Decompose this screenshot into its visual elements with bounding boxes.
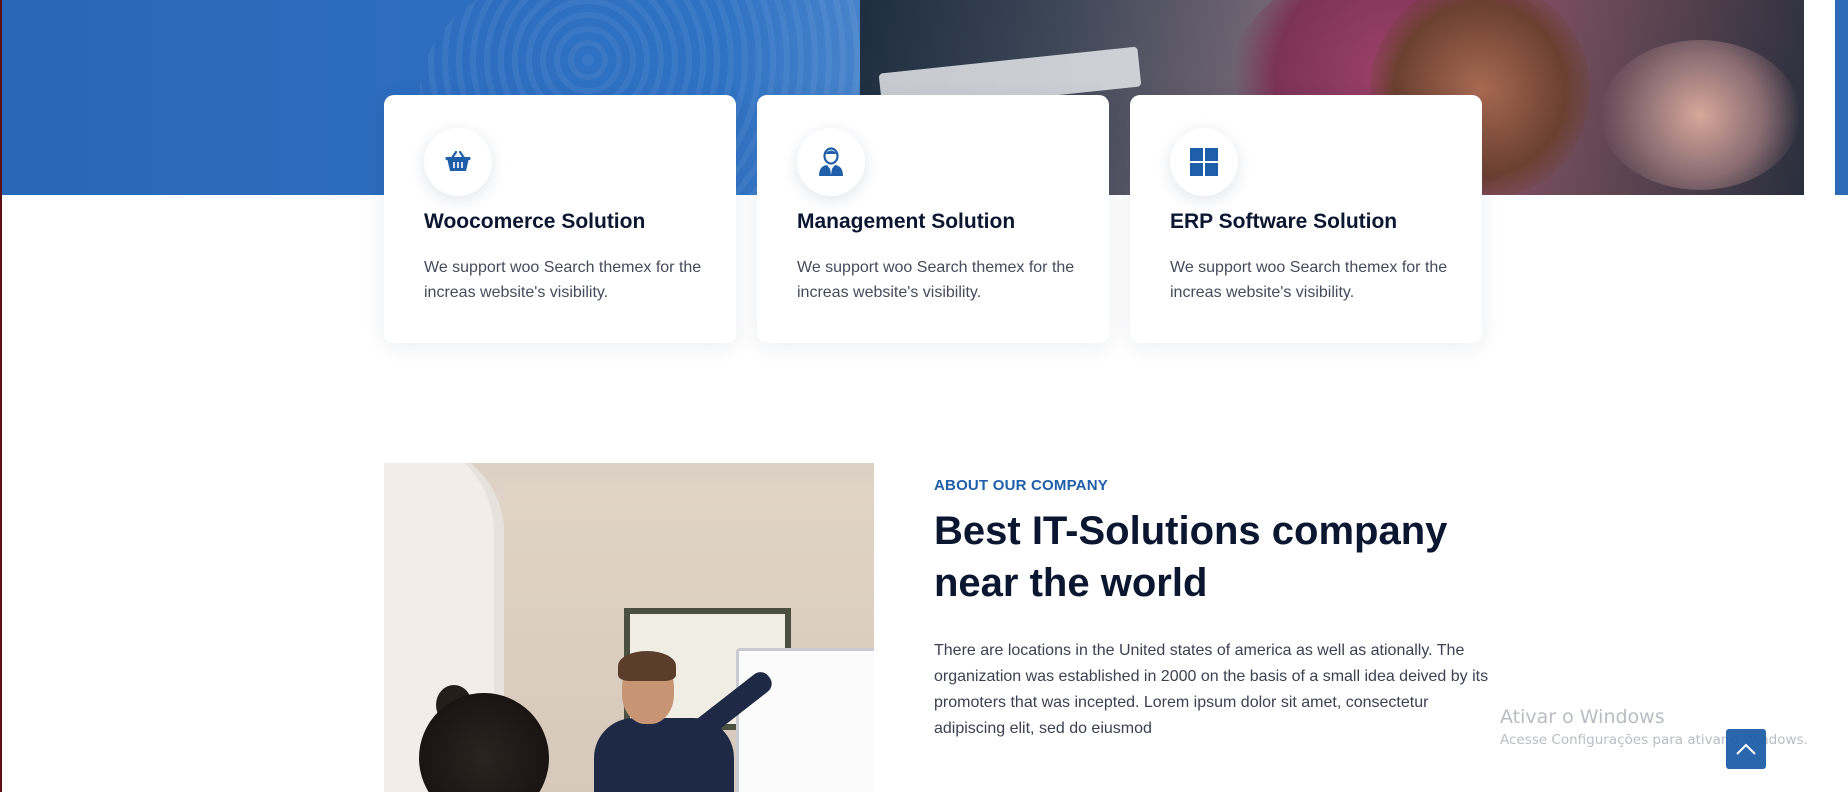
basket-icon [445, 151, 471, 171]
left-edge-line [0, 0, 2, 792]
service-card-title: Management Solution [797, 210, 1016, 233]
service-card-management[interactable]: Management Solution We support woo Searc… [757, 95, 1109, 343]
businessman-icon [819, 147, 843, 176]
scroll-to-top-button[interactable] [1726, 729, 1766, 769]
about-body-text: There are locations in the United states… [934, 642, 1489, 737]
service-icon-circle [1170, 128, 1238, 196]
about-headline: Best IT-Solutions company near the world [934, 509, 1448, 605]
service-card-woocommerce[interactable]: Woocomerce Solution We support woo Searc… [384, 95, 736, 343]
about-image-whiteboard [736, 648, 874, 792]
hero-right-strip [1835, 0, 1848, 195]
windows-activation-title: Ativar o Windows [1500, 706, 1665, 728]
about-image-presenter-hair [618, 651, 676, 681]
service-card-title: ERP Software Solution [1170, 210, 1398, 233]
service-icon-circle [424, 128, 492, 196]
about-image [384, 463, 874, 792]
service-card-text: We support woo Search themex for the inc… [424, 259, 702, 301]
windows-grid-icon [1190, 148, 1218, 176]
chevron-up-icon [1736, 743, 1756, 755]
service-card-text: We support woo Search themex for the inc… [797, 259, 1075, 301]
service-card-text: We support woo Search themex for the inc… [1170, 259, 1448, 301]
about-eyebrow: ABOUT OUR COMPANY [934, 477, 1108, 494]
service-card-title: Woocomerce Solution [424, 210, 646, 233]
service-card-erp[interactable]: ERP Software Solution We support woo Sea… [1130, 95, 1482, 343]
hero-photo-blur [1600, 40, 1800, 190]
service-icon-circle [797, 128, 865, 196]
